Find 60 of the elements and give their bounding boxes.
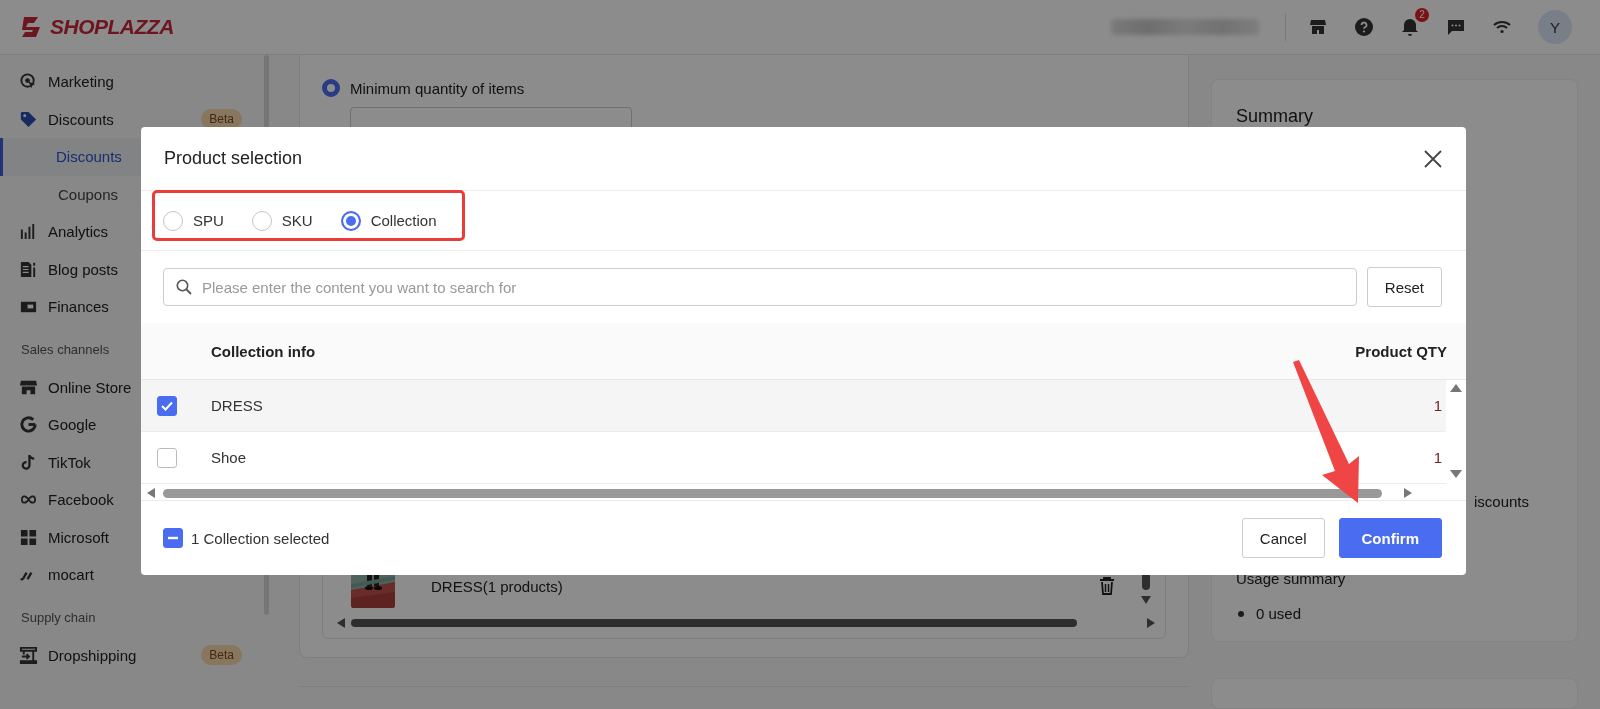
tag-icon: [19, 109, 38, 129]
close-icon[interactable]: [1424, 149, 1442, 168]
table-cell-text: 1: [1433, 397, 1443, 414]
section-heading: Sales channels: [21, 341, 110, 357]
beta-badge: Beta: [201, 109, 242, 130]
trash-icon[interactable]: [1099, 577, 1115, 595]
scrollbar-thumb[interactable]: [163, 488, 1382, 498]
cancel-button[interactable]: Cancel: [1241, 518, 1325, 558]
sidebar-item[interactable]: Facebook: [0, 481, 264, 519]
sidebar-item[interactable]: mocart: [0, 556, 264, 594]
grid-icon: [19, 527, 38, 547]
table-cell-text: DRESS: [211, 397, 264, 414]
checkbox[interactable]: [157, 395, 177, 416]
radio-option[interactable]: SPU: [163, 210, 224, 231]
g-icon: [19, 415, 38, 435]
logo-text: SHOPLAZZA: [50, 15, 174, 39]
sidebar-item[interactable]: Dropshipping Beta: [0, 636, 264, 674]
summary-text: iscounts: [1473, 493, 1531, 510]
notification-badge: 2: [1415, 8, 1429, 22]
down-arrow-icon[interactable]: [1450, 470, 1462, 478]
section-heading: Supply chain: [21, 609, 96, 625]
up-arrow-icon[interactable]: [1450, 384, 1462, 392]
selection-count: 1 Collection selected: [191, 529, 330, 547]
radio-option[interactable]: SKU: [251, 210, 313, 231]
table-cell-text: 1: [1433, 449, 1443, 466]
usage-text: 0 used: [1256, 605, 1302, 622]
search-field[interactable]: Please enter the content you want to search for: [163, 268, 1357, 306]
import-icon: [19, 645, 38, 665]
bell-icon[interactable]: [1400, 17, 1420, 37]
down-arrow-icon: [1141, 596, 1151, 604]
right-arrow-icon[interactable]: [1404, 488, 1412, 498]
left-arrow-icon: [337, 618, 345, 628]
sidebar-item[interactable]: Marketing: [0, 63, 264, 101]
product-name: DRESS(1 products): [431, 577, 564, 595]
document-icon: [19, 259, 38, 279]
scrollbar-thumb[interactable]: [351, 619, 1077, 627]
radio-option[interactable]: Collection: [340, 210, 437, 231]
option-label: Minimum quantity of items: [350, 79, 525, 97]
chat-icon[interactable]: [1446, 17, 1466, 37]
beta-badge: Beta: [201, 645, 242, 666]
minus-icon: [168, 536, 178, 540]
card-title: Summary: [1236, 106, 1314, 127]
bullet-icon: [1238, 610, 1244, 617]
confirm-button[interactable]: Confirm: [1338, 518, 1442, 558]
select-all-checkbox[interactable]: [163, 528, 183, 548]
right-arrow-icon: [1147, 618, 1155, 628]
help-icon[interactable]: [1354, 17, 1374, 37]
avatar[interactable]: Y: [1538, 10, 1572, 44]
checkbox[interactable]: [157, 447, 177, 468]
left-arrow-icon[interactable]: [147, 488, 155, 498]
reset-button[interactable]: Reset: [1366, 267, 1442, 307]
check-icon: [161, 400, 173, 411]
column-header: Collection info: [211, 342, 317, 360]
table-cell-text: Shoe: [211, 449, 248, 466]
store-icon[interactable]: [1308, 17, 1328, 37]
column-header: Product QTY: [1355, 342, 1448, 360]
radio-button[interactable]: [322, 79, 340, 97]
table-row[interactable]: DRESS 1: [141, 380, 1446, 432]
search-icon: [176, 279, 192, 295]
section-title: Usage summary: [1236, 570, 1347, 587]
